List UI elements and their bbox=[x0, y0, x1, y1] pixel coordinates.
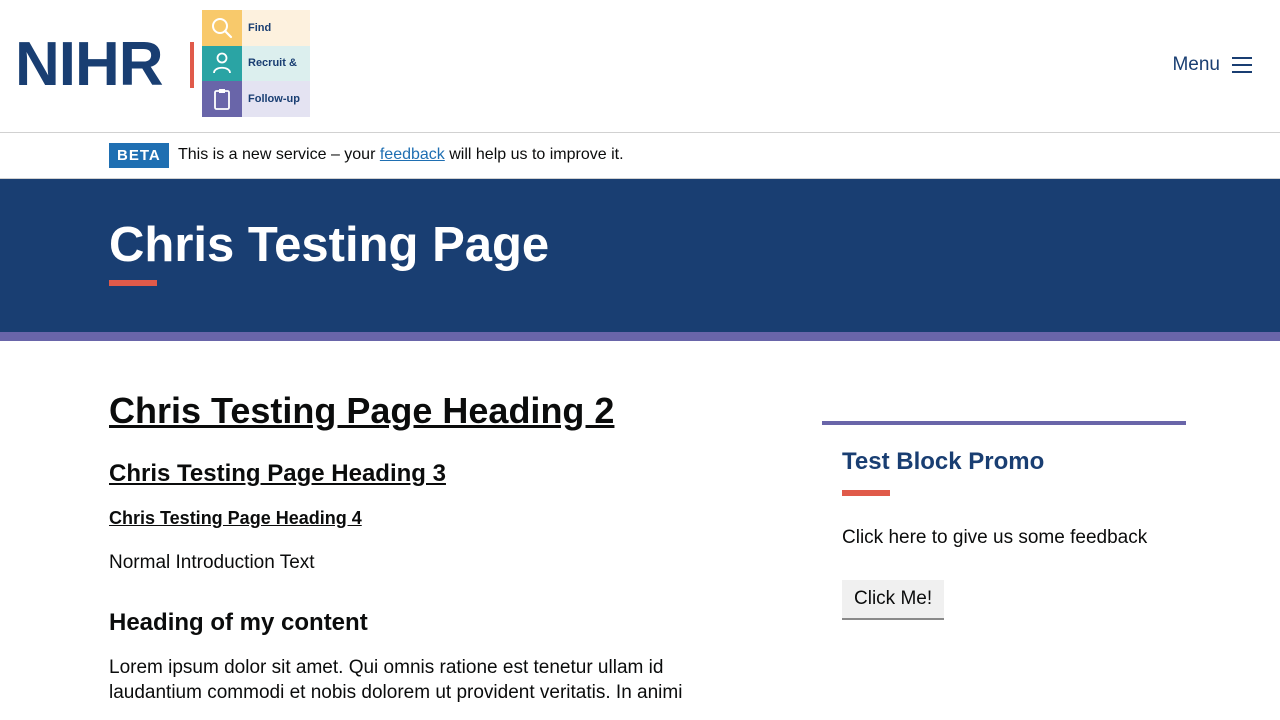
logo-row-find: Find bbox=[202, 10, 310, 46]
page-title: Chris Testing Page bbox=[109, 218, 550, 272]
site-header: NIHR Find Recruit & Follow-up Menu bbox=[0, 0, 1280, 133]
title-accent-bar bbox=[109, 280, 157, 286]
magnifier-icon bbox=[202, 10, 242, 46]
person-icon bbox=[202, 45, 242, 82]
logo-label-find: Find bbox=[242, 10, 310, 46]
feedback-link[interactable]: feedback bbox=[380, 146, 445, 163]
promo-text: Click here to give us some feedback bbox=[842, 527, 1148, 548]
logo-row-recruit: Recruit & bbox=[202, 45, 310, 82]
content-heading: Heading of my content bbox=[109, 609, 368, 636]
main-content: Chris Testing Page Heading 2 Chris Testi… bbox=[109, 390, 749, 705]
click-me-button[interactable]: Click Me! bbox=[842, 580, 945, 620]
nihr-logo-text: NIHR bbox=[15, 30, 164, 99]
hero-divider-stripe bbox=[0, 332, 1280, 341]
heading-3: Chris Testing Page Heading 3 bbox=[109, 460, 446, 487]
logo-row-follow-up: Follow-up bbox=[202, 81, 310, 117]
promo-title: Test Block Promo bbox=[842, 448, 1045, 475]
logo-divider bbox=[190, 42, 194, 88]
promo-accent-bar bbox=[842, 490, 890, 496]
menu-button[interactable]: Menu bbox=[1172, 54, 1252, 76]
beta-text-after: will help us to improve it. bbox=[444, 146, 624, 163]
heading-4: Chris Testing Page Heading 4 bbox=[109, 508, 362, 528]
intro-text: Normal Introduction Text bbox=[109, 552, 315, 573]
beta-tag: BETA bbox=[109, 143, 169, 168]
heading-2: Chris Testing Page Heading 2 bbox=[109, 390, 615, 431]
page-hero: Chris Testing Page bbox=[0, 179, 1280, 332]
logo-label-recruit: Recruit & bbox=[242, 45, 310, 82]
menu-label: Menu bbox=[1172, 54, 1220, 75]
find-recruit-follow-up-logo[interactable]: Find Recruit & Follow-up bbox=[202, 10, 310, 117]
hamburger-icon bbox=[1232, 57, 1252, 73]
promo-block: Test Block Promo Click here to give us s… bbox=[822, 421, 1186, 620]
beta-text-before: This is a new service – your bbox=[178, 146, 380, 163]
clipboard-icon bbox=[202, 81, 242, 117]
logo-label-follow-up: Follow-up bbox=[242, 81, 310, 117]
beta-banner: BETA This is a new service – your feedba… bbox=[0, 133, 1280, 179]
beta-message: This is a new service – your feedback wi… bbox=[178, 146, 624, 164]
nihr-logo[interactable]: NIHR bbox=[15, 30, 194, 99]
body-paragraph: Lorem ipsum dolor sit amet. Qui omnis ra… bbox=[109, 657, 683, 703]
